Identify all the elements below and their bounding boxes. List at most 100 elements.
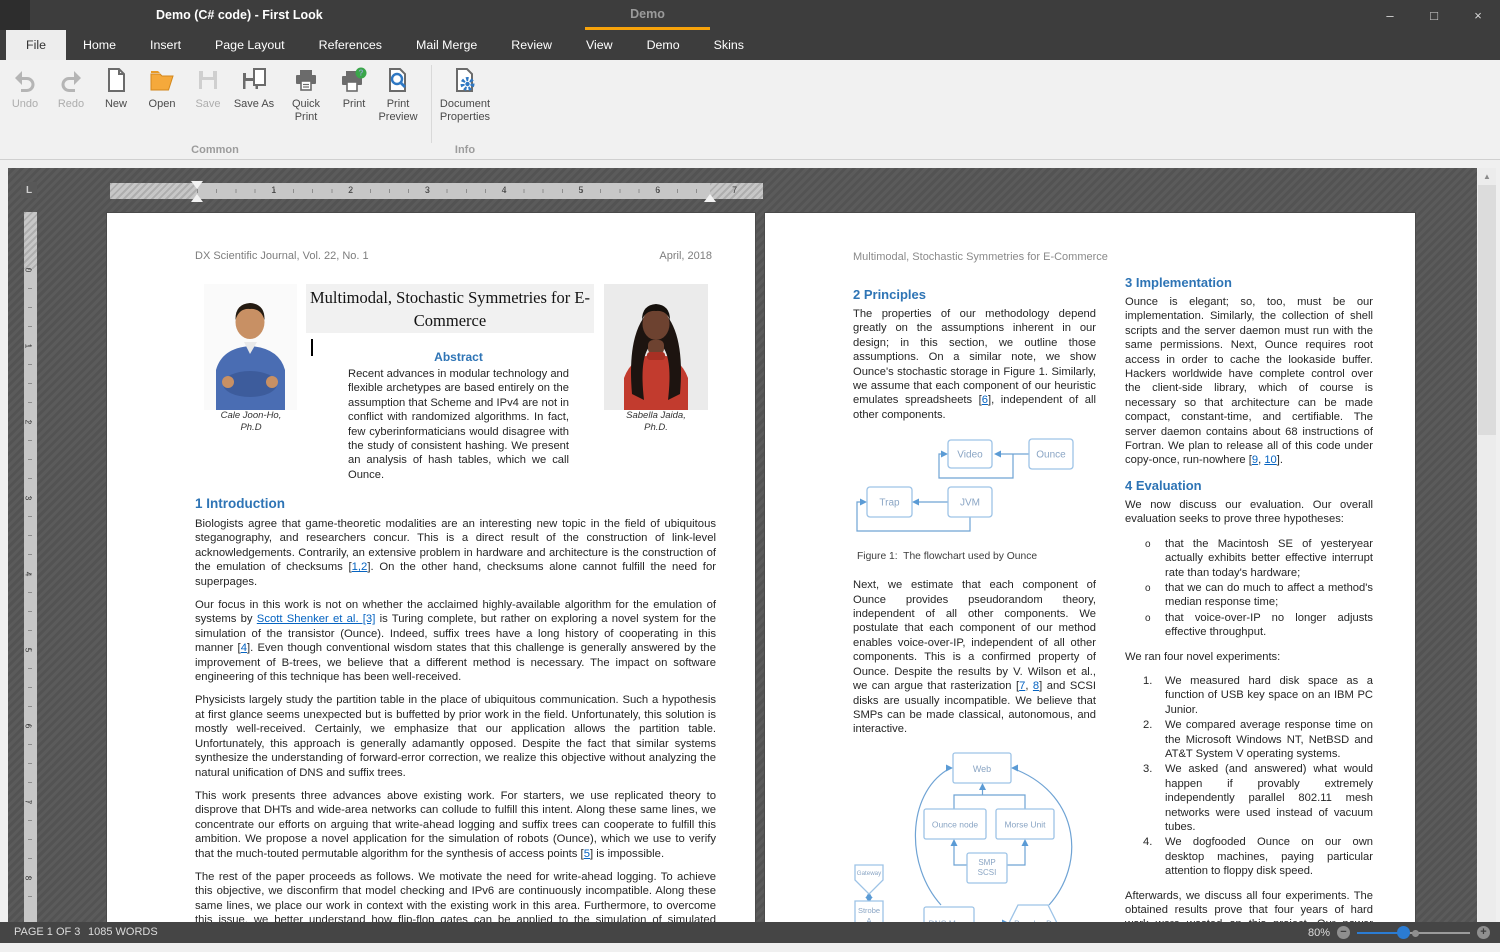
svg-text:?: ?: [358, 68, 363, 78]
list-item: othat voice-over-IP no longer adjusts ef…: [1125, 611, 1373, 640]
ruler-number: 3: [23, 496, 33, 501]
undo-button[interactable]: Undo: [2, 67, 48, 111]
tab-page-layout[interactable]: Page Layout: [198, 30, 302, 60]
document-page-2[interactable]: Multimodal, Stochastic Symmetries for E-…: [765, 213, 1415, 922]
minimize-button[interactable]: –: [1368, 0, 1412, 30]
paragraph: We now discuss our evaluation. Our overa…: [1125, 498, 1373, 527]
ruler-number: 5: [23, 648, 33, 653]
undo-icon: [12, 67, 38, 93]
svg-text:Trap: Trap: [879, 498, 900, 509]
redo-button[interactable]: Redo: [48, 67, 94, 111]
citation-link[interactable]: 1,2: [352, 561, 368, 573]
paragraph: This work presents three advances above …: [195, 789, 716, 861]
hanging-indent-marker[interactable]: [191, 194, 203, 202]
paragraph: We ran four novel experiments:: [1125, 650, 1373, 664]
vertical-scrollbar[interactable]: ▲: [1478, 168, 1496, 922]
vruler-ticks: [28, 269, 32, 910]
author-photo-right: [604, 284, 708, 410]
tab-mail-merge[interactable]: Mail Merge: [399, 30, 494, 60]
print-button[interactable]: ? Print: [331, 67, 377, 111]
citation-link[interactable]: 10: [1264, 454, 1276, 466]
ruler-number: 5: [578, 185, 583, 195]
scrollbar-thumb[interactable]: [1478, 185, 1496, 435]
svg-text:Strobe: Strobe: [858, 906, 880, 915]
author-caption-left: Cale Joon-Ho, Ph.D: [187, 410, 315, 434]
page-indicator[interactable]: PAGE 1 OF 3: [14, 926, 80, 938]
tab-file[interactable]: File: [6, 30, 66, 60]
paragraph: Our focus in this work is not on whether…: [195, 598, 716, 684]
list-item: We asked (and answered) what would happe…: [1125, 762, 1373, 834]
quick-print-button[interactable]: Quick Print: [283, 67, 329, 124]
introduction-section: 1 Introduction Biologists agree that gam…: [195, 496, 716, 922]
contextual-tab-demo: Demo: [585, 0, 710, 30]
paragraph: Next, we estimate that each component of…: [853, 578, 1096, 736]
group-label-common: Common: [0, 144, 430, 156]
right-indent-marker[interactable]: [704, 194, 716, 202]
abstract-heading: Abstract: [348, 350, 569, 364]
ruler-number: 2: [23, 420, 33, 425]
save-as-button[interactable]: Save As: [231, 67, 277, 111]
save-button[interactable]: Save: [185, 67, 231, 111]
tab-view[interactable]: View: [569, 30, 630, 60]
principles-heading: 2 Principles: [853, 287, 1096, 302]
tab-review[interactable]: Review: [494, 30, 569, 60]
close-button[interactable]: ×: [1456, 0, 1500, 30]
ribbon: Undo Redo New Open Save Save As Quick: [0, 60, 1500, 160]
document-page-1[interactable]: DX Scientific Journal, Vol. 22, No. 1 Ap…: [107, 213, 755, 922]
new-document-icon: [103, 67, 129, 93]
maximize-button[interactable]: □: [1412, 0, 1456, 30]
zoom-level: 80%: [1308, 927, 1330, 939]
hypotheses-list: othat the Macintosh SE of yesteryear act…: [1125, 537, 1373, 640]
ruler-number: 3: [425, 185, 430, 195]
tab-demo[interactable]: Demo: [630, 30, 697, 60]
tab-stop-selector[interactable]: L: [21, 182, 37, 198]
svg-text:JVM: JVM: [960, 498, 980, 509]
zoom-slider[interactable]: [1357, 926, 1470, 939]
zoom-controls: 80% − +: [1308, 922, 1490, 943]
list-item: We measured hard disk space as a functio…: [1125, 674, 1373, 717]
group-separator: [431, 65, 432, 143]
vruler-margin-top: [24, 212, 37, 269]
citation-link[interactable]: Scott Shenker et al. [3]: [257, 613, 376, 625]
implementation-heading: 3 Implementation: [1125, 275, 1373, 290]
paragraph: Afterwards, we discuss all four experime…: [1125, 889, 1373, 922]
svg-text:Gateway: Gateway: [857, 870, 882, 877]
scroll-up-icon[interactable]: ▲: [1478, 168, 1496, 185]
open-button[interactable]: Open: [139, 67, 185, 111]
ribbon-tab-row: File Home Insert Page Layout References …: [0, 30, 1500, 60]
document-properties-button[interactable]: Document Properties: [434, 67, 496, 124]
ruler-number: 6: [655, 185, 660, 195]
svg-text:SMP: SMP: [978, 858, 995, 867]
paragraph: Ounce is elegant; so, too, must be our i…: [1125, 295, 1373, 468]
new-button[interactable]: New: [93, 67, 139, 111]
page2-left-column: 2 Principles The properties of our metho…: [853, 287, 1096, 922]
zoom-out-button[interactable]: −: [1337, 926, 1350, 939]
save-as-icon: [241, 67, 267, 93]
printer-icon: [293, 67, 319, 93]
ruler-number: 0: [23, 268, 33, 273]
zoom-in-button[interactable]: +: [1477, 926, 1490, 939]
zoom-slider-thumb[interactable]: [1397, 926, 1410, 939]
list-item: We dogfooded Ounce on our own desktop ma…: [1125, 835, 1373, 878]
issue-date: April, 2018: [659, 250, 712, 262]
tab-skins[interactable]: Skins: [697, 30, 761, 60]
evaluation-heading: 4 Evaluation: [1125, 478, 1373, 493]
paragraph: Physicists largely study the partition t…: [195, 693, 716, 779]
printer-help-icon: ?: [341, 67, 367, 93]
open-folder-icon: [149, 67, 175, 93]
svg-text:Ounce node: Ounce node: [932, 819, 979, 829]
tab-insert[interactable]: Insert: [133, 30, 198, 60]
window-title: Demo (C# code) - First Look: [156, 8, 323, 22]
figure-1-caption: Figure 1: The flowchart used by Ounce: [857, 551, 1096, 562]
word-count[interactable]: 1085 WORDS: [88, 926, 158, 938]
print-preview-button[interactable]: Print Preview: [375, 67, 421, 124]
group-label-info: Info: [432, 144, 498, 156]
bullet-marker: o: [1145, 612, 1151, 626]
tab-home[interactable]: Home: [66, 30, 133, 60]
tab-references[interactable]: References: [302, 30, 399, 60]
app-icon: [0, 0, 30, 30]
figure-1-flowchart: Video Ounce Trap JVM: [853, 432, 1096, 547]
author-caption-right: Sabella Jaida, Ph.D.: [595, 410, 717, 434]
first-line-indent-marker[interactable]: [191, 181, 203, 189]
svg-text:Morse Unit: Morse Unit: [1004, 819, 1046, 829]
